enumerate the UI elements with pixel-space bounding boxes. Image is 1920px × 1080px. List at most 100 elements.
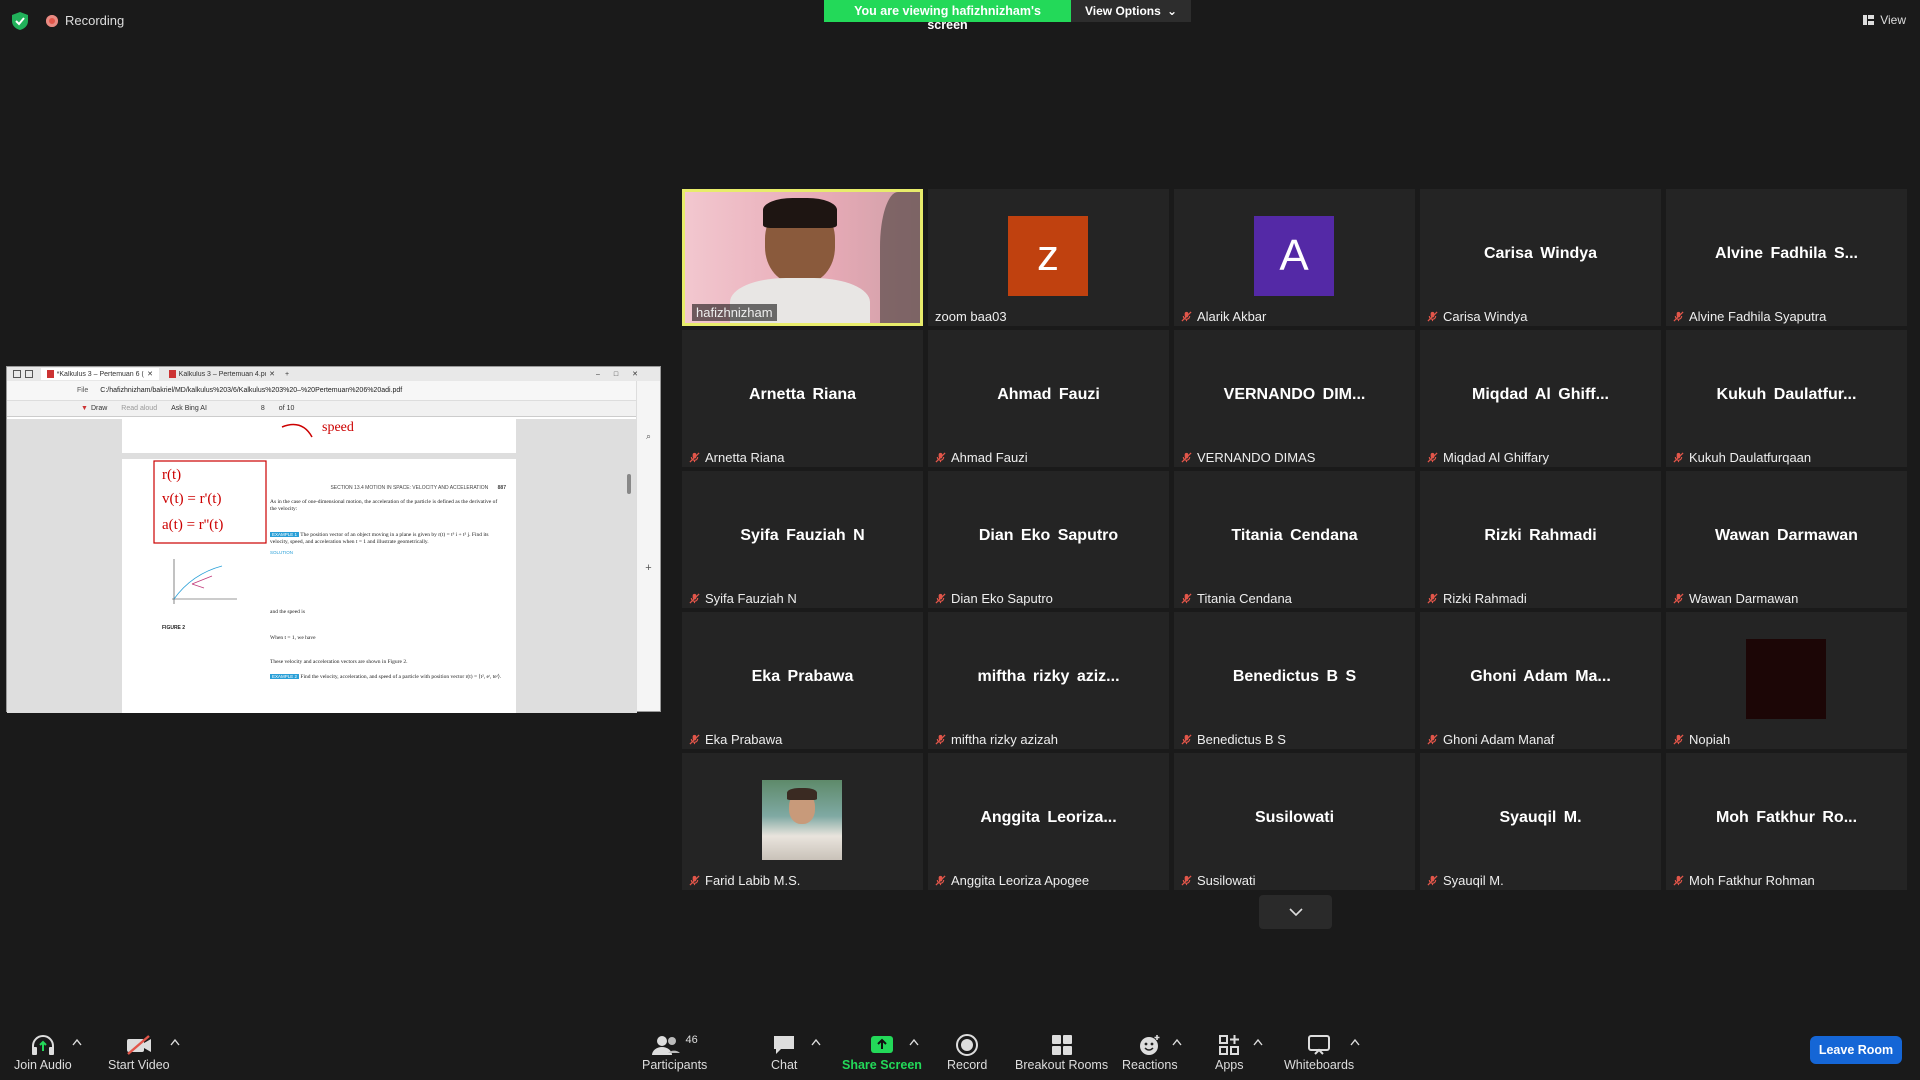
participant-tile[interactable]: hafizhnizham: [682, 189, 923, 326]
caret-up-icon[interactable]: [170, 1038, 180, 1046]
browser-tab-1[interactable]: *Kalkulus 3 – Pertemuan 6 (adi)… ✕: [41, 368, 159, 380]
participant-name: Benedictus B S: [1197, 732, 1286, 747]
browser-tab-2-title: Kalkulus 3 – Pertemuan 4.pdf: [178, 370, 267, 378]
whiteboards-button[interactable]: Whiteboards: [1284, 1032, 1354, 1072]
caret-up-icon[interactable]: [909, 1038, 919, 1046]
participant-name-label: Eka Prabawa: [689, 732, 782, 747]
apps-button[interactable]: Apps: [1215, 1032, 1244, 1072]
search-icon[interactable]: ⌕: [637, 431, 660, 442]
participant-name: Farid Labib M.S.: [705, 873, 801, 888]
participant-tile[interactable]: Arnetta Riana Arnetta Riana: [682, 330, 923, 467]
hand-speed-text: speed: [322, 420, 354, 435]
participant-tile[interactable]: Dian Eko Saputro Dian Eko Saputro: [928, 471, 1169, 608]
participant-tile[interactable]: A Alarik Akbar: [1174, 189, 1415, 326]
mic-muted-icon: [1181, 593, 1192, 604]
participant-name-label: Alvine Fadhila Syaputra: [1673, 309, 1826, 324]
page-number-input[interactable]: 8: [261, 405, 265, 412]
draw-button[interactable]: ▼ Draw: [81, 405, 107, 412]
reactions-button[interactable]: Reactions: [1122, 1032, 1178, 1072]
shared-screen[interactable]: *Kalkulus 3 – Pertemuan 6 (adi)… ✕ Kalku…: [6, 366, 661, 713]
participant-display-name: Benedictus B S: [1232, 668, 1357, 685]
recording-label: Recording: [65, 13, 125, 28]
security-shield-icon[interactable]: [12, 12, 28, 30]
avatar: A: [1254, 216, 1334, 296]
participant-name-label: Syifa Fauziah N: [689, 591, 797, 606]
participant-name-label: Ahmad Fauzi: [935, 450, 1028, 465]
participants-button[interactable]: 46 Participants: [642, 1032, 707, 1072]
caret-up-icon[interactable]: [72, 1038, 82, 1046]
pdf-toolbar: ▼ Draw Read aloud Ask Bing AI 8 of 10: [7, 401, 660, 417]
apps-icon: [1219, 1035, 1240, 1055]
participant-name-label: Arnetta Riana: [689, 450, 785, 465]
participant-tile[interactable]: Ghoni Adam Ma... Ghoni Adam Manaf: [1420, 612, 1661, 749]
pdf-scrollbar[interactable]: [627, 474, 631, 494]
participant-tile[interactable]: Carisa Windya Carisa Windya: [1420, 189, 1661, 326]
participant-tile[interactable]: Anggita Leoriza... Anggita Leoriza Apogee: [928, 753, 1169, 890]
participant-name-label: Moh Fatkhur Rohman: [1673, 873, 1815, 888]
caret-up-icon[interactable]: [1253, 1038, 1263, 1046]
example-2-tag: EXAMPLE 2: [270, 674, 300, 679]
participant-tile[interactable]: miftha rizky aziz... miftha rizky azizah: [928, 612, 1169, 749]
caret-up-icon[interactable]: [1350, 1038, 1360, 1046]
ask-ai-button[interactable]: Ask Bing AI: [171, 405, 207, 412]
view-options-button[interactable]: View Options ⌄: [1071, 0, 1191, 22]
new-tab-icon[interactable]: +: [285, 371, 289, 378]
mic-muted-icon: [689, 875, 700, 886]
participant-tile[interactable]: Moh Fatkhur Ro... Moh Fatkhur Rohman: [1666, 753, 1907, 890]
close-tab-icon[interactable]: ✕: [147, 370, 153, 378]
file-label: File: [77, 387, 89, 394]
mic-muted-icon: [689, 452, 700, 463]
participant-display-name: Carisa Windya: [1483, 245, 1598, 262]
address-text: C:/hafizhnizham/bakriel/MD/kalkulus%203/…: [100, 387, 403, 394]
participant-tile[interactable]: Nopiah: [1666, 612, 1907, 749]
caret-up-icon[interactable]: [811, 1038, 821, 1046]
participant-tile[interactable]: Syifa Fauziah N Syifa Fauziah N: [682, 471, 923, 608]
participant-tile[interactable]: VERNANDO DIM... VERNANDO DIMAS: [1174, 330, 1415, 467]
participant-tile[interactable]: Benedictus B S Benedictus B S: [1174, 612, 1415, 749]
participant-tile[interactable]: Farid Labib M.S.: [682, 753, 923, 890]
whiteboard-icon: [1308, 1035, 1331, 1055]
caret-up-icon[interactable]: [1172, 1038, 1182, 1046]
participant-tile[interactable]: Syauqil M. Syauqil M.: [1420, 753, 1661, 890]
participant-name: miftha rizky azizah: [951, 732, 1058, 747]
tab-list-icon[interactable]: [25, 370, 33, 378]
participant-tile[interactable]: Kukuh Daulatfur... Kukuh Daulatfurqaan: [1666, 330, 1907, 467]
join-audio-button[interactable]: Join Audio: [14, 1032, 72, 1072]
browser-tab-2[interactable]: Kalkulus 3 – Pertemuan 4.pdf ✕: [163, 368, 281, 380]
participant-tile[interactable]: Wawan Darmawan Wawan Darmawan: [1666, 471, 1907, 608]
participant-tile[interactable]: Ahmad Fauzi Ahmad Fauzi: [928, 330, 1169, 467]
participant-name: Ahmad Fauzi: [951, 450, 1028, 465]
participant-tile[interactable]: Alvine Fadhila S... Alvine Fadhila Syaput…: [1666, 189, 1907, 326]
mic-muted-icon: [1427, 452, 1438, 463]
hand-v-text: v(t) = r'(t): [162, 491, 221, 507]
breakout-rooms-icon: [1051, 1035, 1072, 1055]
chat-button[interactable]: Chat: [771, 1032, 797, 1072]
recording-indicator[interactable]: Recording: [46, 13, 124, 28]
window-controls[interactable]: –□✕: [596, 370, 652, 378]
record-button[interactable]: Record: [947, 1032, 987, 1072]
mic-muted-icon: [1673, 452, 1684, 463]
tab-actions-icon[interactable]: [13, 370, 21, 378]
example-tag: EXAMPLE 1: [270, 532, 300, 537]
participant-tile[interactable]: Susilowati Susilowati: [1174, 753, 1415, 890]
meeting-toolbar: Join Audio Start Video 46 Participants C…: [0, 1018, 1920, 1080]
participant-tile[interactable]: Miqdad Al Ghiff... Miqdad Al Ghiffary: [1420, 330, 1661, 467]
participant-tile[interactable]: Titania Cendana Titania Cendana: [1174, 471, 1415, 608]
add-icon[interactable]: +: [637, 562, 660, 574]
next-page-button[interactable]: [1259, 895, 1332, 929]
participant-tile[interactable]: Eka Prabawa Eka Prabawa: [682, 612, 923, 749]
grid-view-icon: [1863, 15, 1875, 25]
leave-room-button[interactable]: Leave Room: [1810, 1036, 1902, 1064]
view-button[interactable]: View: [1863, 13, 1906, 27]
participant-tile[interactable]: Rizki Rahmadi Rizki Rahmadi: [1420, 471, 1661, 608]
breakout-rooms-button[interactable]: Breakout Rooms: [1015, 1032, 1108, 1072]
participant-tile[interactable]: z zoom baa03: [928, 189, 1169, 326]
address-bar[interactable]: File C:/hafizhnizham/bakriel/MD/kalkulus…: [7, 381, 660, 401]
participant-name: Nopiah: [1689, 732, 1731, 747]
read-aloud-button[interactable]: Read aloud: [121, 405, 157, 412]
pdf-viewer[interactable]: speed SECTION 13.4 MOTION IN SPACE: VELO…: [7, 419, 637, 713]
participant-name-label: Syauqil M.: [1427, 873, 1504, 888]
start-video-button[interactable]: Start Video: [108, 1032, 170, 1072]
close-tab-icon[interactable]: ✕: [269, 370, 275, 378]
participant-display-name: Alvine Fadhila S...: [1715, 245, 1858, 262]
